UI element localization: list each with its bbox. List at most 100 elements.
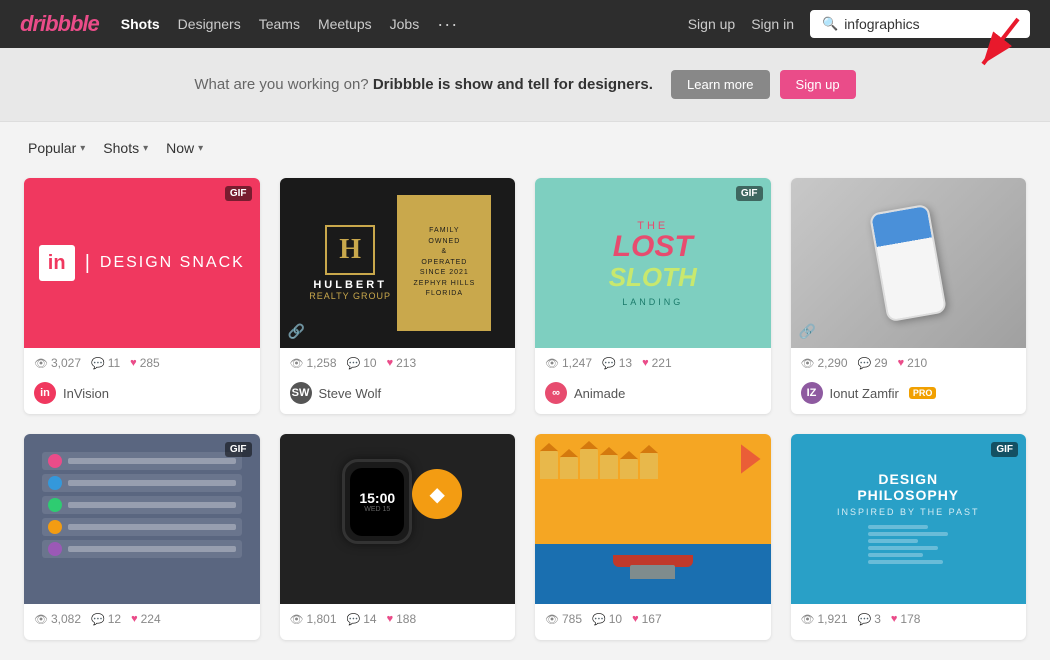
heart-icon: ♥ [387,613,394,625]
shot-thumbnail-boat[interactable] [535,434,771,604]
shot-meta-ionut: 👁 2,290 💬 29 ♥ 210 [791,348,1027,376]
eye-icon: 👁 [801,357,815,370]
shot-card-lostsloth[interactable]: THE LOST SLOTH LANDING GIF 👁 1,247 💬 13 … [535,178,771,414]
nav-signin[interactable]: Sign in [751,16,794,32]
eye-icon: 👁 [801,613,815,626]
nav-more[interactable]: ··· [437,14,458,35]
banner-text: What are you working on? Dribbble is sho… [194,76,657,93]
comment-count: 💬 12 [91,612,121,626]
comment-icon: 💬 [858,357,872,370]
filter-shots[interactable]: Shots▾ [99,138,152,158]
shot-thumbnail-lostsloth[interactable]: THE LOST SLOTH LANDING GIF [535,178,771,348]
heart-icon: ♥ [891,613,898,625]
brand-logo[interactable]: dribbble [20,11,99,37]
gif-badge: GIF [225,186,252,201]
navbar: dribbble Shots Designers Teams Meetups J… [0,0,1050,48]
shot-meta-invision: 👁 3,027 💬 11 ♥ 285 [24,348,260,376]
shot-author-invision: in InVision [24,376,260,414]
author-avatar: in [34,382,56,404]
shot-meta-designphil: 👁 1,921 💬 3 ♥ 178 [791,604,1027,632]
learn-more-button[interactable]: Learn more [671,70,769,99]
view-count: 👁 785 [545,612,582,626]
author-name[interactable]: InVision [63,386,109,401]
eye-icon: 👁 [290,613,304,626]
navbar-right: Sign up Sign in 🔍 [688,10,1030,38]
shot-card-ionut[interactable]: 🔗 👁 2,290 💬 29 ♥ 210 IZ Ionut Zamfir PRO [791,178,1027,414]
like-count: ♥ 178 [891,612,921,626]
shot-thumbnail-hulbert[interactable]: H HULBERT REALTY GROUP FAMILYOWNED&OPERA… [280,178,516,348]
link-icon: 🔗 [799,323,816,340]
link-icon: 🔗 [288,323,305,340]
eye-icon: 👁 [34,613,48,626]
like-count: ♥ 285 [130,356,160,370]
shot-meta-boat: 👁 785 💬 10 ♥ 167 [535,604,771,632]
comment-count: 💬 13 [602,356,632,370]
like-count: ♥ 224 [131,612,161,626]
shot-card-hulbert[interactable]: H HULBERT REALTY GROUP FAMILYOWNED&OPERA… [280,178,516,414]
author-avatar: IZ [801,382,823,404]
nav-meetups[interactable]: Meetups [318,16,372,32]
heart-icon: ♥ [642,357,649,369]
like-count: ♥ 188 [387,612,417,626]
eye-icon: 👁 [545,357,559,370]
gif-badge: GIF [736,186,763,201]
search-input[interactable] [844,16,1018,32]
author-avatar: SW [290,382,312,404]
author-avatar: ∞ [545,382,567,404]
nav-jobs[interactable]: Jobs [390,16,420,32]
shot-meta-applewatch: 👁 1,801 💬 14 ♥ 188 [280,604,516,632]
signup-button[interactable]: Sign up [780,70,856,99]
heart-icon: ♥ [131,613,138,625]
shot-card-applewatch[interactable]: 15:00 WED 15 ◆ 👁 1,801 [280,434,516,640]
eye-icon: 👁 [290,357,304,370]
comment-icon: 💬 [592,613,606,626]
view-count: 👁 1,247 [545,356,592,370]
nav-teams[interactable]: Teams [259,16,300,32]
shot-card-designphil[interactable]: DESIGNPHILOSOPHY INSPIRED BY THE PAST GI… [791,434,1027,640]
eye-icon: 👁 [545,613,559,626]
shot-thumbnail-applewatch[interactable]: 15:00 WED 15 ◆ [280,434,516,604]
filter-now[interactable]: Now▾ [162,138,207,158]
promo-banner: What are you working on? Dribbble is sho… [0,48,1050,122]
comment-count: 💬 11 [91,356,120,370]
view-count: 👁 3,027 [34,356,81,370]
shot-thumbnail-ionut[interactable]: 🔗 [791,178,1027,348]
comment-icon: 💬 [91,613,105,626]
comment-count: 💬 3 [858,612,881,626]
shot-card-boat[interactable]: 👁 785 💬 10 ♥ 167 [535,434,771,640]
heart-icon: ♥ [898,357,905,369]
banner-buttons: Learn more Sign up [671,70,856,99]
like-count: ♥ 210 [898,356,928,370]
filter-popular[interactable]: Popular▾ [24,138,89,158]
shot-card-darkui[interactable]: GIF 👁 3,082 💬 12 ♥ 224 [24,434,260,640]
comment-icon: 💬 [347,357,361,370]
nav-designers[interactable]: Designers [178,16,241,32]
shot-thumbnail-invision[interactable]: in | DESIGN SNACK GIF [24,178,260,348]
like-count: ♥ 213 [387,356,417,370]
filter-bar: Popular▾ Shots▾ Now▾ [0,122,1050,174]
shot-thumbnail-designphil[interactable]: DESIGNPHILOSOPHY INSPIRED BY THE PAST GI… [791,434,1027,604]
nav-shots[interactable]: Shots [121,16,160,32]
author-name[interactable]: Animade [574,386,625,401]
shot-thumbnail-darkui[interactable]: GIF [24,434,260,604]
shot-card-invision[interactable]: in | DESIGN SNACK GIF 👁 3,027 💬 11 ♥ 285 [24,178,260,414]
comment-count: 💬 10 [592,612,622,626]
search-box[interactable]: 🔍 [810,10,1030,38]
author-name[interactable]: Steve Wolf [319,386,382,401]
nav-signup[interactable]: Sign up [688,16,735,32]
nav-links: Shots Designers Teams Meetups Jobs ··· [121,14,688,35]
shot-meta-hulbert: 👁 1,258 💬 10 ♥ 213 [280,348,516,376]
comment-icon: 💬 [602,357,616,370]
comment-icon: 💬 [858,613,872,626]
heart-icon: ♥ [130,357,137,369]
view-count: 👁 1,258 [290,356,337,370]
comment-count: 💬 29 [858,356,888,370]
gif-badge: GIF [225,442,252,457]
view-count: 👁 1,801 [290,612,337,626]
gif-badge: GIF [991,442,1018,457]
author-name[interactable]: Ionut Zamfir [830,386,899,401]
heart-icon: ♥ [632,613,639,625]
search-icon: 🔍 [822,16,838,32]
eye-icon: 👁 [34,357,48,370]
comment-count: 💬 14 [347,612,377,626]
